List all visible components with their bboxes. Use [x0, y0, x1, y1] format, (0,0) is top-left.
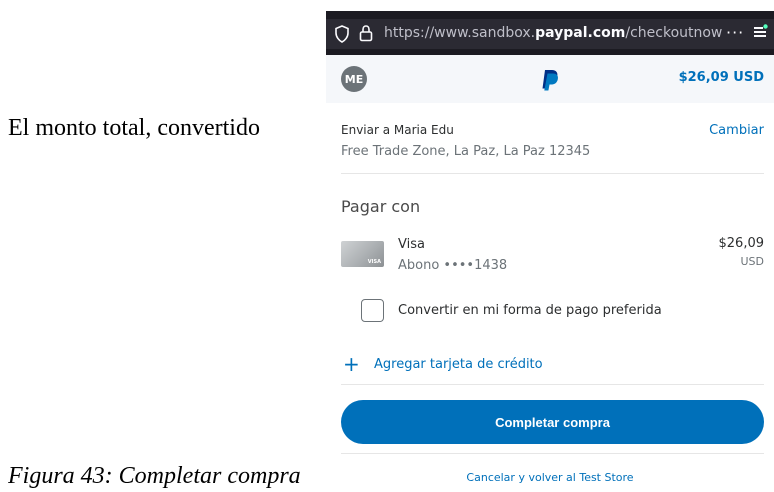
- paypal-popup-window: https://www.sandbox.paypal.com/checkoutn…: [326, 11, 774, 492]
- checkout-header: ME $26,09 USD: [326, 55, 774, 103]
- pay-with-heading: Pagar con: [341, 197, 421, 216]
- plus-icon[interactable]: +: [343, 354, 360, 374]
- card-name[interactable]: Visa: [398, 237, 425, 252]
- card-currency: USD: [740, 255, 764, 268]
- cancel-return-link[interactable]: Cancelar y volver al Test Store: [326, 471, 774, 484]
- shipping-address: Free Trade Zone, La Paz, La Paz 12345: [341, 144, 591, 159]
- convert-checkbox[interactable]: [361, 299, 384, 322]
- divider: [341, 173, 764, 174]
- shield-icon[interactable]: [334, 25, 350, 47]
- document-text: El monto total, convertido: [8, 115, 260, 141]
- ship-to-label: Enviar a Maria Edu: [341, 123, 454, 137]
- total-amount[interactable]: $26,09 USD: [679, 70, 764, 85]
- lock-icon[interactable]: [358, 24, 374, 46]
- extension-icon[interactable]: [752, 24, 768, 44]
- add-credit-card-link[interactable]: Agregar tarjeta de crédito: [374, 357, 543, 372]
- divider: [341, 384, 764, 385]
- visa-card-icon[interactable]: VISA: [341, 241, 384, 267]
- paypal-logo-icon: [540, 68, 560, 96]
- figure-caption: Figura 43: Completar compra: [8, 463, 301, 489]
- card-number: Abono ••••1438: [398, 258, 508, 273]
- url-text: https://www.sandbox.paypal.com/checkoutn…: [384, 25, 722, 41]
- avatar[interactable]: ME: [341, 66, 367, 92]
- browser-url-bar: https://www.sandbox.paypal.com/checkoutn…: [326, 11, 774, 55]
- convert-checkbox-label[interactable]: Convertir en mi forma de pago preferida: [398, 303, 662, 318]
- address-field[interactable]: https://www.sandbox.paypal.com/checkoutn…: [326, 19, 774, 49]
- complete-purchase-button[interactable]: Completar compra: [341, 400, 764, 444]
- change-address-link[interactable]: Cambiar: [709, 123, 764, 138]
- page-actions-menu-icon[interactable]: ···: [726, 23, 744, 42]
- card-amount: $26,09: [718, 236, 765, 251]
- divider: [341, 453, 764, 454]
